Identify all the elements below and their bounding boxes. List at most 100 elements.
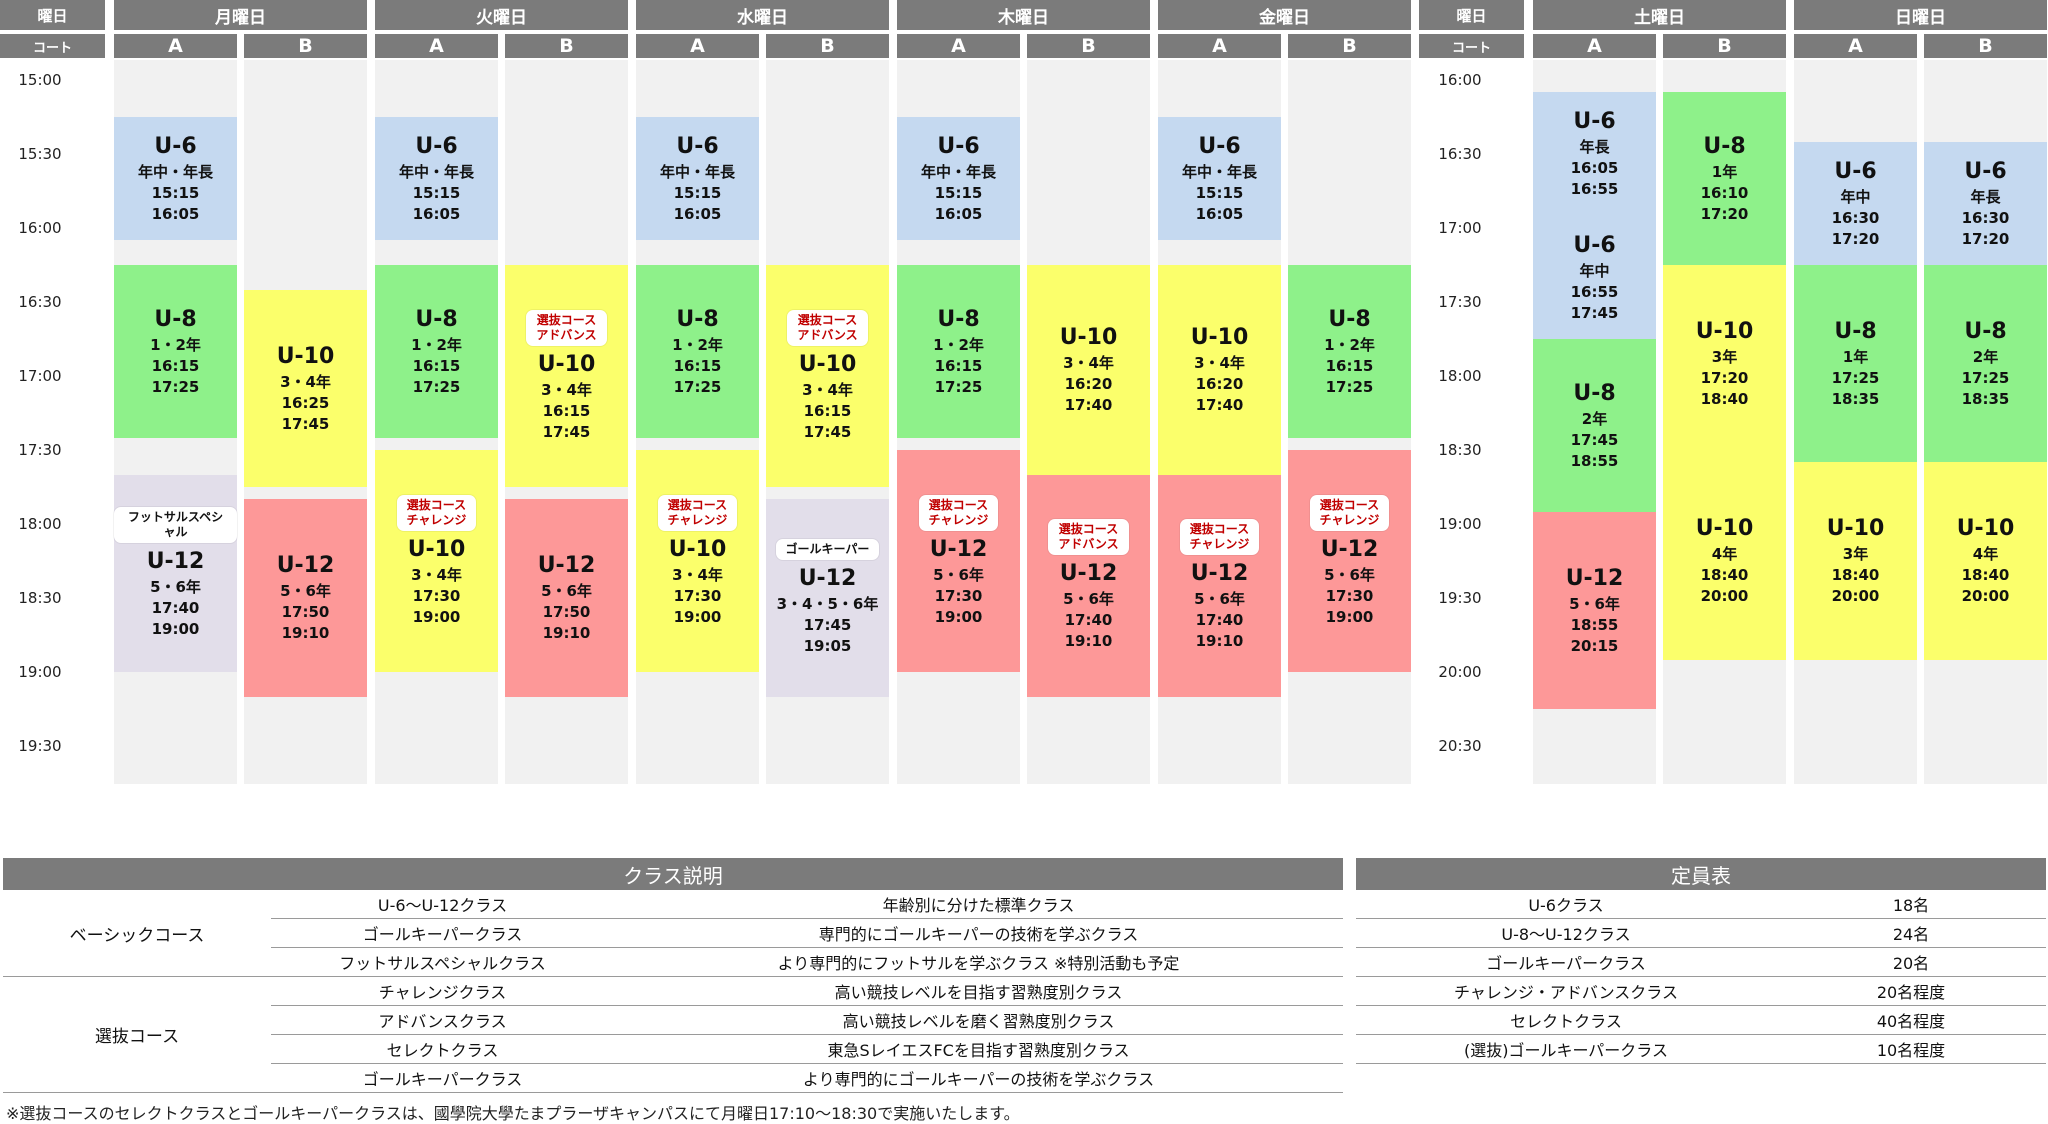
course-tag: 選抜コース チャレンジ <box>657 494 738 531</box>
class-name: U-6 <box>1573 109 1616 135</box>
class-detail: 17:25 <box>1961 369 2010 388</box>
class-name: U-10 <box>1695 319 1754 345</box>
time-label: 15:30 <box>18 145 62 163</box>
capacity-value-cell: 24名 <box>1776 918 2046 948</box>
class-block[interactable]: 選抜コース チャレンジ U-12 5・6年 17:30 19:00 <box>897 450 1020 672</box>
class-detail: 16:20 <box>1064 375 1113 394</box>
class-block[interactable]: U-6 年中・年長 15:15 16:05 <box>114 117 237 241</box>
class-detail: 17:50 <box>281 603 330 622</box>
class-block[interactable]: U-6 年中 16:55 17:45 <box>1533 215 1656 339</box>
class-block[interactable]: 選抜コース アドバンス U-10 3・4年 16:15 17:45 <box>766 265 889 487</box>
class-block[interactable]: U-6 年中・年長 15:15 16:05 <box>636 117 759 241</box>
class-block[interactable]: U-8 1・2年 16:15 17:25 <box>375 265 498 438</box>
class-detail: 5・6年 <box>150 577 201 596</box>
class-desc-cell: 高い競技レベルを目指す習熟度別クラス <box>614 976 1343 1006</box>
course-tag: 選抜コース アドバンス <box>526 309 607 346</box>
class-block[interactable]: U-8 1・2年 16:15 17:25 <box>114 265 237 438</box>
class-name: U-10 <box>407 536 466 562</box>
class-detail: 3年 <box>1711 348 1738 367</box>
class-block[interactable]: U-8 1・2年 16:15 17:25 <box>897 265 1020 438</box>
time-label: 16:00 <box>18 219 62 237</box>
class-detail: 18:40 <box>1961 566 2010 585</box>
class-block[interactable]: U-8 1・2年 16:15 17:25 <box>636 265 759 438</box>
class-name: U-12 <box>929 536 988 562</box>
class-name: U-10 <box>1190 325 1249 351</box>
class-block[interactable]: フットサルスペシャル U-12 5・6年 17:40 19:00 <box>114 474 237 672</box>
court-header: B <box>1924 34 2047 58</box>
class-detail: 17:30 <box>1325 586 1374 605</box>
class-detail: 5・6年 <box>1324 565 1375 584</box>
class-detail: 4年 <box>1972 545 1999 564</box>
class-block[interactable]: U-6 年長 16:05 16:55 <box>1533 92 1656 216</box>
court-header: A <box>1533 34 1656 58</box>
court-header: B <box>1663 34 1786 58</box>
class-name: U-8 <box>1964 319 2007 345</box>
class-block[interactable]: 選抜コース チャレンジ U-12 5・6年 17:40 19:10 <box>1158 474 1281 697</box>
class-block[interactable]: U-8 1年 16:10 17:20 <box>1663 92 1786 265</box>
class-desc-cell: より専門的にフットサルを学ぶクラス ※特別活動も予定 <box>614 947 1343 977</box>
capacity-class-cell: U-6クラス <box>1356 890 1776 919</box>
class-name: U-10 <box>1695 516 1754 542</box>
class-detail: 19:00 <box>412 607 461 626</box>
class-block[interactable]: U-12 5・6年 17:50 19:10 <box>505 499 628 697</box>
table-row: 選抜コース チャレンジクラス 高い競技レベルを目指す習熟度別クラス <box>3 976 1343 1093</box>
class-detail: 16:15 <box>934 356 983 375</box>
class-block[interactable]: U-10 3年 17:20 18:40 <box>1663 265 1786 463</box>
class-block[interactable]: U-6 年中 16:30 17:20 <box>1794 141 1917 265</box>
class-name: U-6 <box>415 134 458 160</box>
class-detail: 16:15 <box>1325 356 1374 375</box>
class-block[interactable]: U-6 年中・年長 15:15 16:05 <box>897 117 1020 241</box>
table-row: (選抜)ゴールキーパークラス 10名程度 <box>1356 1034 2046 1064</box>
class-block[interactable]: U-6 年中・年長 15:15 16:05 <box>1158 117 1281 241</box>
class-detail: 年長 <box>1970 187 2001 206</box>
class-block[interactable]: 選抜コース アドバンス U-12 5・6年 17:40 19:10 <box>1027 474 1150 697</box>
class-block[interactable]: 選抜コース アドバンス U-10 3・4年 16:15 17:45 <box>505 265 628 487</box>
table-row: ゴールキーパークラス 20名 <box>1356 947 2046 977</box>
class-detail: 3・4年 <box>802 380 853 399</box>
class-block[interactable]: U-10 3年 18:40 20:00 <box>1794 462 1917 660</box>
class-name: U-8 <box>1328 306 1371 332</box>
class-name-cell: チャレンジクラス <box>271 976 614 1006</box>
class-block[interactable]: 選抜コース チャレンジ U-10 3・4年 17:30 19:00 <box>636 450 759 672</box>
class-block[interactable]: ゴールキーパー U-12 3・4・5・6年 17:45 19:05 <box>766 499 889 697</box>
class-name-cell: セレクトクラス <box>271 1034 614 1064</box>
class-block[interactable]: U-6 年中・年長 15:15 16:05 <box>375 117 498 241</box>
class-block[interactable]: 選抜コース チャレンジ U-12 5・6年 17:30 19:00 <box>1288 450 1411 672</box>
footnote: ※選抜コースのセレクトクラスとゴールキーパークラスは、國學院大學たまプラーザキャ… <box>6 1104 1020 1123</box>
class-name-cell: U-6～U-12クラス <box>271 890 614 919</box>
class-detail: 1年 <box>1711 163 1738 182</box>
class-detail: 19:00 <box>151 619 200 638</box>
class-detail: 2年 <box>1581 409 1608 428</box>
class-detail: 1・2年 <box>1324 335 1375 354</box>
class-block[interactable]: U-10 4年 18:40 20:00 <box>1924 462 2047 660</box>
class-block[interactable]: U-8 2年 17:25 18:35 <box>1924 265 2047 463</box>
class-detail: 5・6年 <box>1569 594 1620 613</box>
class-detail: 20:00 <box>1700 587 1749 606</box>
class-block[interactable]: U-10 3・4年 16:20 17:40 <box>1027 265 1150 475</box>
course-tag: 選抜コース アドバンス <box>1048 519 1129 556</box>
class-detail: 17:25 <box>1831 369 1880 388</box>
class-detail: 1年 <box>1842 348 1869 367</box>
class-block[interactable]: U-8 2年 17:45 18:55 <box>1533 339 1656 512</box>
class-name: U-10 <box>1826 516 1885 542</box>
class-block[interactable]: U-8 1年 17:25 18:35 <box>1794 265 1917 463</box>
course-group-label: ベーシックコース <box>3 890 271 977</box>
class-detail: 16:05 <box>1570 159 1619 178</box>
class-detail: 17:45 <box>1570 303 1619 322</box>
capacity-class-cell: チャレンジ・アドバンスクラス <box>1356 976 1776 1006</box>
class-block[interactable]: U-10 3・4年 16:25 17:45 <box>244 289 367 487</box>
class-block[interactable]: U-12 5・6年 17:50 19:10 <box>244 499 367 697</box>
class-block[interactable]: U-6 年長 16:30 17:20 <box>1924 141 2047 265</box>
class-detail: 年長 <box>1579 138 1610 157</box>
class-block[interactable]: U-10 3・4年 16:20 17:40 <box>1158 265 1281 475</box>
class-detail: 5・6年 <box>1063 590 1114 609</box>
class-block[interactable]: U-8 1・2年 16:15 17:25 <box>1288 265 1411 438</box>
class-detail: 17:40 <box>1064 396 1113 415</box>
class-block[interactable]: U-10 4年 18:40 20:00 <box>1663 462 1786 660</box>
course-group-label: 選抜コース <box>3 976 271 1093</box>
class-block[interactable]: U-12 5・6年 18:55 20:15 <box>1533 511 1656 709</box>
class-block[interactable]: 選抜コース チャレンジ U-10 3・4年 17:30 19:00 <box>375 450 498 672</box>
class-detail: 年中・年長 <box>398 163 474 182</box>
class-detail: 16:55 <box>1570 282 1619 301</box>
time-label: 20:00 <box>1438 663 1482 681</box>
